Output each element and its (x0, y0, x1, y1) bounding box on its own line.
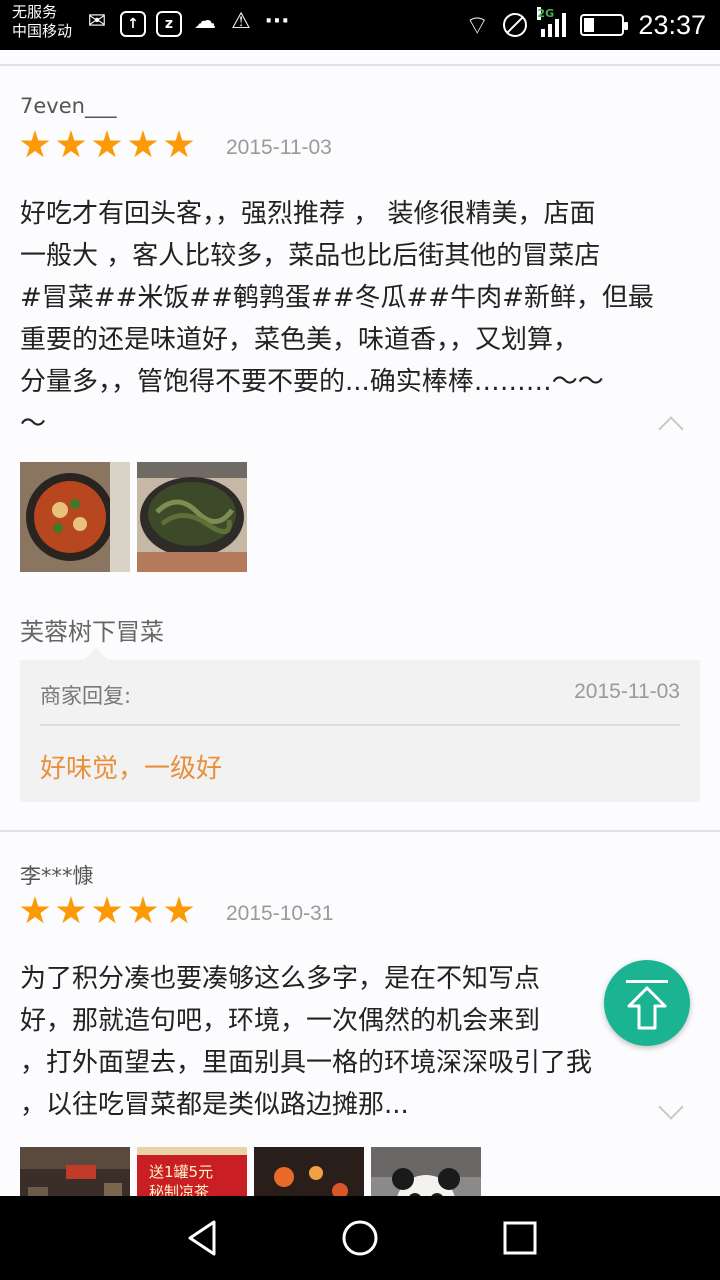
merchant-reply: 商家回复: 2015-11-03 好味觉，一级好 (20, 648, 700, 802)
navigation-bar (0, 1196, 720, 1280)
promo-text: 送1罐5元秘制凉茶 (149, 1163, 213, 1196)
reply-label: 商家回复: (40, 684, 132, 708)
star-icon (20, 896, 50, 924)
star-rating (20, 130, 194, 160)
recents-icon[interactable] (500, 1218, 540, 1258)
clock: 23:37 (638, 9, 706, 40)
message-icon: ✉ (87, 9, 107, 34)
reply-date: 2015-11-03 (574, 680, 680, 703)
review-text[interactable]: 为了积分凑也要凑够这么多字，是在不知写点 好，那就造句吧，环境，一次偶然的机会来… (20, 958, 700, 1126)
clean-icon: ⚠ (231, 9, 251, 34)
carrier-name: 中国移动 (12, 22, 73, 40)
upload-icon: ↑ (120, 11, 146, 37)
back-to-top-button[interactable] (604, 960, 690, 1046)
reply-notch (84, 648, 108, 660)
home-icon[interactable] (340, 1218, 380, 1258)
wifi-icon: ⌔ (464, 10, 490, 41)
status-bar: 无服务 中国移动 ✉ ↑ z ☁ ⚠ ··· ⌔ 2G 23:37 (0, 0, 720, 50)
wechat-icon: ☁ (194, 9, 216, 34)
review-photo[interactable] (20, 462, 130, 572)
review-photo[interactable] (20, 1147, 130, 1196)
review-username: 7even___ (20, 94, 117, 118)
back-icon[interactable] (182, 1218, 222, 1258)
top-bar-icon (626, 980, 668, 983)
review-divider (0, 830, 720, 832)
review-date: 2015-10-31 (226, 902, 334, 925)
review-username: 李***慷 (20, 864, 94, 888)
star-icon (92, 896, 122, 924)
reply-divider (40, 724, 680, 726)
review-photo[interactable] (371, 1147, 481, 1196)
star-icon (128, 896, 158, 924)
review-photo[interactable] (137, 462, 247, 572)
star-rating (20, 896, 194, 926)
star-icon (164, 896, 194, 924)
system-icons: ⌔ 2G 23:37 (465, 6, 706, 44)
divider (0, 64, 720, 66)
carrier-info: 无服务 中国移动 (12, 3, 72, 41)
battery-icon (580, 14, 629, 36)
z-app-icon: z (156, 11, 182, 37)
more-dots-icon: ··· (264, 9, 290, 34)
signal-icon: 2G (537, 7, 567, 37)
shop-name: 芙蓉树下冒菜 (20, 618, 164, 646)
star-icon (56, 130, 86, 158)
star-icon (56, 896, 86, 924)
no-disturb-icon (503, 13, 528, 37)
arrow-up-icon (627, 986, 667, 1030)
network-type: 2G (537, 7, 555, 20)
carrier-status: 无服务 (12, 3, 58, 21)
review-text[interactable]: 好吃才有回头客，，强烈推荐 ， 装修很精美，店面 一般大 ，客人比较多，菜品也比… (20, 193, 700, 445)
review-photo-promo[interactable]: 送1罐5元秘制凉茶 (137, 1147, 247, 1196)
star-icon (128, 130, 158, 158)
review-photo[interactable] (254, 1147, 364, 1196)
star-icon (164, 130, 194, 158)
review-date: 2015-11-03 (226, 136, 332, 159)
reviews-list[interactable]: 7even___ 2015-11-03 好吃才有回头客，，强烈推荐 ， 装修很精… (0, 50, 720, 1196)
notification-icons: ✉ ↑ z ☁ ⚠ ··· (84, 11, 290, 37)
star-icon (20, 130, 50, 158)
reply-text: 好味觉，一级好 (40, 754, 223, 784)
star-icon (92, 130, 122, 158)
